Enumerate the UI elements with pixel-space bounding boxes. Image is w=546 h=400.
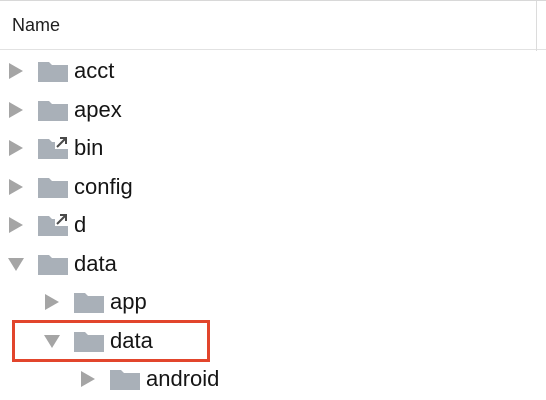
tree-row[interactable]: d: [0, 206, 546, 245]
folder-icon: [38, 254, 68, 275]
folder-icon: [110, 370, 140, 390]
chevron-right-icon[interactable]: [43, 293, 61, 311]
tree-item-label: d: [74, 212, 87, 237]
folder-link-icon: [38, 137, 68, 159]
tree-row[interactable]: android: [0, 360, 546, 399]
tree-item-label: apex: [74, 96, 122, 122]
folder-icon: [38, 100, 68, 121]
tree-row[interactable]: bin: [0, 129, 546, 168]
name-column-header[interactable]: Name: [12, 15, 60, 36]
chevron-right-icon[interactable]: [7, 216, 25, 234]
file-tree-panel: Name acct apex bin config d data app data androi…: [0, 0, 546, 400]
folder-link-icon: [38, 214, 68, 236]
chevron-down-icon[interactable]: [7, 255, 25, 273]
tree-row[interactable]: apex: [0, 91, 546, 130]
chevron-right-icon[interactable]: [7, 139, 25, 157]
folder-icon: [74, 293, 104, 313]
tree-row[interactable]: config: [0, 168, 546, 207]
chevron-right-icon[interactable]: [7, 178, 25, 196]
tree-row[interactable]: acct: [0, 52, 546, 91]
tree-item-label: android: [146, 366, 220, 391]
column-divider[interactable]: [536, 1, 537, 51]
folder-icon: [38, 177, 68, 198]
tree-row[interactable]: data: [0, 245, 546, 284]
tree-item-label: data: [74, 250, 117, 276]
tree-item-label: bin: [74, 135, 104, 160]
tree-row[interactable]: app: [0, 283, 546, 322]
chevron-right-icon[interactable]: [7, 101, 25, 119]
column-header: Name: [0, 0, 546, 51]
highlight-annotation: [12, 320, 210, 362]
chevron-right-icon[interactable]: [79, 370, 97, 388]
chevron-right-icon[interactable]: [7, 62, 25, 80]
tree-item-label: app: [110, 289, 147, 314]
tree-item-label: config: [74, 173, 133, 199]
folder-icon: [38, 62, 68, 82]
tree-item-label: acct: [74, 58, 115, 83]
